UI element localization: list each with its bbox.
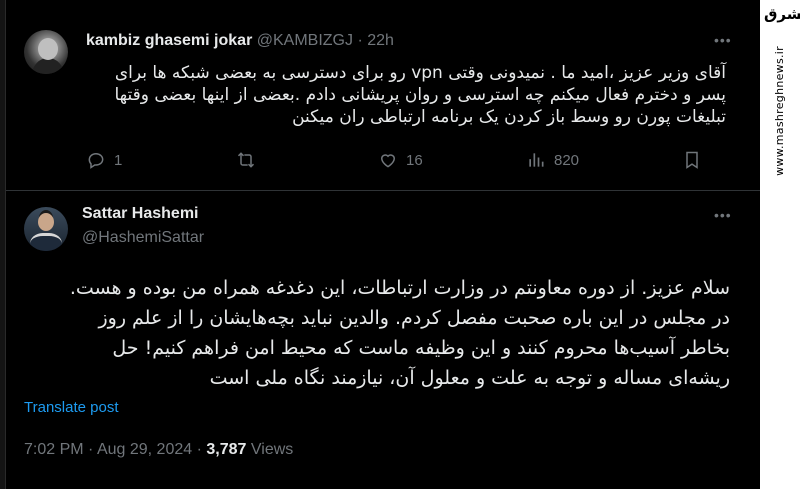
tweet-text: آقای وزیر عزیز ،امید ما . نمیدونی وقتی v… xyxy=(86,62,726,128)
more-dots-icon[interactable]: ••• xyxy=(714,207,732,223)
author-handle[interactable]: @KAMBIZGJ xyxy=(257,32,353,49)
screenshot-frame: مشرق www.mashreghnews.ir kambiz ghasemi … xyxy=(0,0,800,489)
like-button[interactable]: 16 xyxy=(378,150,423,170)
avatar[interactable] xyxy=(24,30,68,74)
views-label: Views xyxy=(250,441,294,458)
retweet-icon xyxy=(237,152,255,168)
tweet-text-line: آقای وزیر عزیز ،امید ما . نمیدونی وقتی v… xyxy=(114,63,726,83)
author-handle[interactable]: @HashemiSattar xyxy=(82,229,204,247)
reply-button[interactable]: 1 xyxy=(86,150,122,170)
tweet-metadata: 7:02 PM · Aug 29, 2024 · 3,787 Views xyxy=(24,441,293,459)
author-name[interactable]: Sattar Hashemi xyxy=(82,205,199,223)
separator-dot: · xyxy=(196,441,202,458)
tweet-text: سلام عزیز. از دوره معاونتم در وزارت ارتب… xyxy=(22,273,730,393)
author-name[interactable]: kambiz ghasemi jokar xyxy=(86,32,252,49)
avatar[interactable] xyxy=(24,207,68,251)
like-count: 16 xyxy=(406,151,423,169)
reply-tweet[interactable]: kambiz ghasemi jokar @KAMBIZGJ · 22h •••… xyxy=(6,20,760,190)
heart-icon xyxy=(380,154,396,168)
reply-bubble-icon xyxy=(88,152,104,169)
reply-count: 1 xyxy=(114,151,123,169)
analytics-bars-icon xyxy=(529,153,544,167)
separator-dot: · xyxy=(357,32,363,49)
tweet-text-line: تبلیغات پورن رو وسط باز کردن یک برنامه ا… xyxy=(292,107,726,127)
brand-url: www.mashreghnews.ir xyxy=(773,46,786,176)
more-dots-icon[interactable]: ••• xyxy=(714,32,732,48)
translate-post-link[interactable]: Translate post xyxy=(24,399,119,416)
divider xyxy=(6,190,760,191)
tweet-time[interactable]: 7:02 PM xyxy=(24,441,84,458)
view-count: 820 xyxy=(554,151,580,169)
retweet-button[interactable] xyxy=(236,150,264,170)
tweet-text-line: در مجلس در این باره صحبت مفصل کردم. والد… xyxy=(98,307,730,329)
tweet-text-line: ریشه‌ای مساله و توجه به علت و معلول آن، … xyxy=(209,367,730,389)
tweet-time[interactable]: 22h xyxy=(367,32,394,49)
tweet-header: kambiz ghasemi jokar @KAMBIZGJ · 22h xyxy=(86,32,394,50)
tweet-text-line: سلام عزیز. از دوره معاونتم در وزارت ارتب… xyxy=(69,277,730,299)
bookmark-button[interactable] xyxy=(682,150,710,170)
main-tweet: Sattar Hashemi @HashemiSattar ••• سلام ع… xyxy=(6,195,760,489)
tweet-date[interactable]: Aug 29, 2024 xyxy=(97,441,192,458)
tweet-actions: 1 16 820 xyxy=(86,150,726,172)
views-button[interactable]: 820 xyxy=(526,150,579,170)
tweet-text-line: پسر و دخترم فعال میکنم چه استرسی و روان … xyxy=(114,85,726,105)
separator-dot: · xyxy=(88,441,94,458)
views-count[interactable]: 3,787 xyxy=(206,441,246,458)
tweet-text-line: بخاطر آسیب‌ها محروم کنند و این وظیفه ماس… xyxy=(112,337,730,359)
brand-watermark-strip: مشرق www.mashreghnews.ir xyxy=(760,0,800,489)
bookmark-icon xyxy=(686,151,698,169)
